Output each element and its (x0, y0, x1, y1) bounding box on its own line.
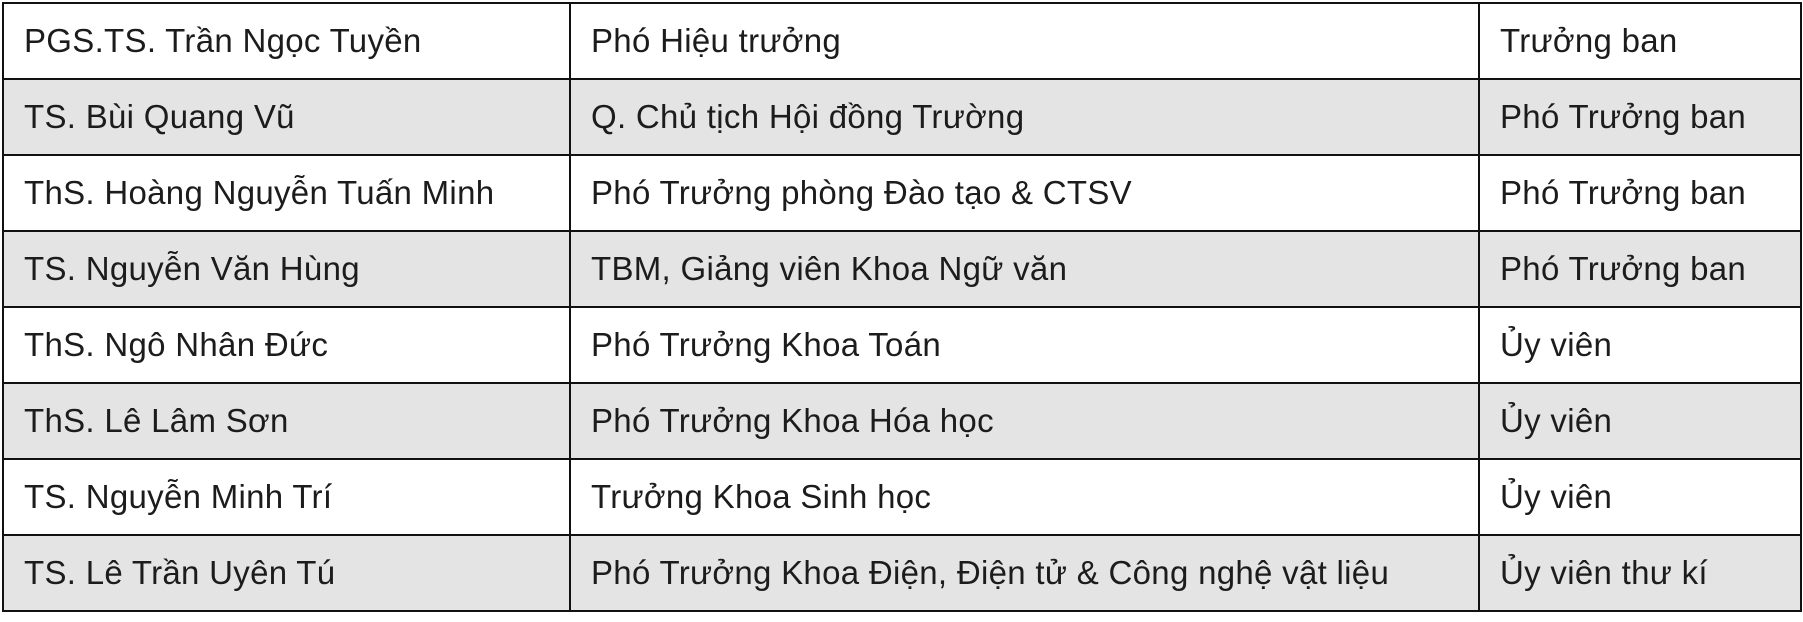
member-name-cell: ThS. Lê Lâm Sơn (2, 382, 571, 460)
member-position-cell: Phó Trưởng Khoa Toán (569, 306, 1480, 384)
table-row: ThS. Hoàng Nguyễn Tuấn Minh Phó Trưởng p… (2, 154, 1802, 232)
member-name-cell: PGS.TS. Trần Ngọc Tuyền (2, 2, 571, 80)
member-role-cell: Ủy viên thư kí (1478, 534, 1802, 612)
member-name-cell: ThS. Ngô Nhân Đức (2, 306, 571, 384)
member-name-cell: ThS. Hoàng Nguyễn Tuấn Minh (2, 154, 571, 232)
member-position-cell: Trưởng Khoa Sinh học (569, 458, 1480, 536)
member-position-cell: Phó Trưởng phòng Đào tạo & CTSV (569, 154, 1480, 232)
member-position-cell: Phó Trưởng Khoa Điện, Điện tử & Công ngh… (569, 534, 1480, 612)
table-row: PGS.TS. Trần Ngọc Tuyền Phó Hiệu trưởng … (2, 2, 1802, 80)
member-position-cell: Q. Chủ tịch Hội đồng Trường (569, 78, 1480, 156)
table-row: TS. Bùi Quang Vũ Q. Chủ tịch Hội đồng Tr… (2, 78, 1802, 156)
member-position-cell: TBM, Giảng viên Khoa Ngữ văn (569, 230, 1480, 308)
member-role-cell: Ủy viên (1478, 458, 1802, 536)
member-role-cell: Ủy viên (1478, 382, 1802, 460)
member-position-cell: Phó Trưởng Khoa Hóa học (569, 382, 1480, 460)
table-row: TS. Nguyễn Minh Trí Trưởng Khoa Sinh học… (2, 458, 1802, 536)
committee-table-body: PGS.TS. Trần Ngọc Tuyền Phó Hiệu trưởng … (2, 2, 1802, 612)
member-role-cell: Phó Trưởng ban (1478, 230, 1802, 308)
member-role-cell: Ủy viên (1478, 306, 1802, 384)
member-position-cell: Phó Hiệu trưởng (569, 2, 1480, 80)
member-role-cell: Phó Trưởng ban (1478, 154, 1802, 232)
table-row: TS. Nguyễn Văn Hùng TBM, Giảng viên Khoa… (2, 230, 1802, 308)
member-role-cell: Trưởng ban (1478, 2, 1802, 80)
member-name-cell: TS. Lê Trần Uyên Tú (2, 534, 571, 612)
committee-table: PGS.TS. Trần Ngọc Tuyền Phó Hiệu trưởng … (2, 2, 1802, 612)
table-row: ThS. Ngô Nhân Đức Phó Trưởng Khoa Toán Ủ… (2, 306, 1802, 384)
member-name-cell: TS. Bùi Quang Vũ (2, 78, 571, 156)
member-name-cell: TS. Nguyễn Minh Trí (2, 458, 571, 536)
member-role-cell: Phó Trưởng ban (1478, 78, 1802, 156)
table-row: ThS. Lê Lâm Sơn Phó Trưởng Khoa Hóa học … (2, 382, 1802, 460)
member-name-cell: TS. Nguyễn Văn Hùng (2, 230, 571, 308)
table-row: TS. Lê Trần Uyên Tú Phó Trưởng Khoa Điện… (2, 534, 1802, 612)
